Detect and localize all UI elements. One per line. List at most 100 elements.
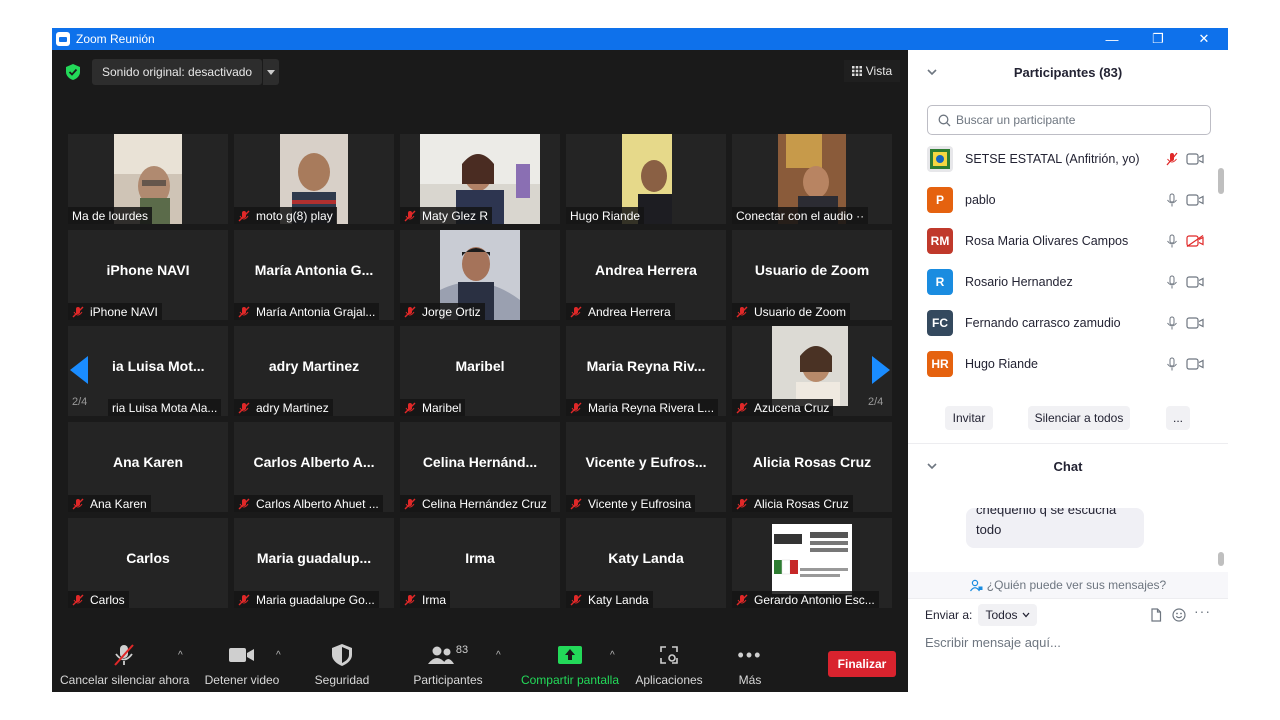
participant-name: Hugo Riande (570, 208, 641, 223)
video-tile[interactable]: Celina Hernánd... Celina Hernández Cruz (400, 422, 560, 512)
video-tile[interactable]: Maria Reyna Riv... Maria Reyna Rivera L.… (566, 326, 726, 416)
previous-page-arrow-icon[interactable] (70, 356, 88, 384)
video-tile[interactable]: adry Martinez adry Martinez (234, 326, 394, 416)
participant-row[interactable]: HR Hugo Riande (908, 343, 1218, 384)
participant-name-label: Maria guadalupe Go... (234, 591, 379, 608)
audio-options-caret-icon[interactable]: ^ (178, 650, 183, 661)
participants-button[interactable]: 83 Participantes (408, 642, 488, 687)
video-tile[interactable]: Katy Landa Katy Landa (566, 518, 726, 608)
video-options-caret-icon[interactable]: ^ (276, 650, 281, 661)
chat-more-icon[interactable]: ··· (1194, 603, 1211, 619)
participant-name: Andrea Herrera (588, 304, 671, 319)
participants-options-caret-icon[interactable]: ^ (496, 650, 501, 661)
next-page-arrow-icon[interactable] (872, 356, 890, 384)
share-screen-button[interactable]: Compartir pantalla (518, 642, 622, 687)
muted-mic-icon (238, 306, 250, 317)
unmute-button[interactable]: Cancelar silenciar ahora (60, 642, 189, 687)
video-tile[interactable]: Hugo Riande (566, 134, 726, 224)
participant-name-label: ria Luisa Mota Ala... (108, 399, 222, 416)
video-camera-icon (229, 648, 254, 662)
participant-name-label: iPhone NAVI (68, 303, 162, 320)
invite-button[interactable]: Invitar (945, 406, 993, 430)
video-tile[interactable]: Maty Glez R (400, 134, 560, 224)
original-sound-toggle[interactable]: Sonido original: desactivado (92, 59, 262, 85)
video-tile[interactable]: Jorge Ortiz (400, 230, 560, 320)
video-tile[interactable]: María Antonia G... María Antonia Grajal.… (234, 230, 394, 320)
video-tile[interactable]: moto g(8) play (234, 134, 394, 224)
camera-off-icon[interactable] (1186, 234, 1204, 247)
video-tile[interactable]: Carlos Carlos (68, 518, 228, 608)
collapse-chevron-icon[interactable] (926, 66, 938, 78)
video-tile[interactable]: Ma de lourdes (68, 134, 228, 224)
restore-button[interactable]: ❐ (1135, 28, 1181, 50)
participant-row[interactable]: R Rosario Hernandez (908, 261, 1218, 302)
video-tile[interactable]: Vicente y Eufros... Vicente y Eufrosina (566, 422, 726, 512)
view-button[interactable]: Vista (844, 60, 900, 82)
video-tile[interactable]: Carlos Alberto A... Carlos Alberto Ahuet… (234, 422, 394, 512)
close-button[interactable]: ✕ (1181, 28, 1227, 50)
participant-name-label: Alicia Rosas Cruz (732, 495, 853, 512)
muted-mic-icon[interactable] (1166, 152, 1178, 166)
participant-list: SETSE ESTATAL (Anfitrión, yo) P pablo RM… (908, 138, 1218, 392)
participant-name: Maria guadalupe Go... (256, 592, 375, 607)
send-to-dropdown[interactable]: Todos (978, 604, 1037, 626)
mute-all-button[interactable]: Silenciar a todos (1028, 406, 1130, 430)
video-tile[interactable]: Alicia Rosas Cruz Alicia Rosas Cruz (732, 422, 892, 512)
share-options-caret-icon[interactable]: ^ (610, 650, 615, 661)
camera-icon[interactable] (1186, 152, 1204, 165)
who-can-see-link[interactable]: ¿Quién puede ver sus mensajes? (908, 572, 1228, 598)
original-sound-dropdown[interactable] (262, 59, 279, 85)
minimize-button[interactable]: — (1089, 28, 1135, 50)
camera-icon[interactable] (1186, 193, 1204, 206)
microphone-icon[interactable] (1166, 234, 1178, 248)
participant-search-input[interactable]: Buscar un participante (927, 105, 1211, 135)
muted-mic-icon (72, 594, 84, 605)
chat-input[interactable]: Escribir mensaje aquí... (925, 635, 1061, 650)
participant-name: Gerardo Antonio Esc... (754, 592, 875, 607)
participant-name: Vicente y Eufrosina (588, 496, 692, 511)
microphone-icon[interactable] (1166, 193, 1178, 207)
encryption-shield-icon[interactable] (66, 64, 80, 80)
end-meeting-button[interactable]: Finalizar (828, 651, 896, 677)
muted-mic-icon (404, 306, 416, 317)
chat-message-bubble: chequenlo q se escucha todo (966, 508, 1144, 548)
emoji-icon[interactable] (1172, 608, 1186, 622)
camera-icon[interactable] (1186, 316, 1204, 329)
participant-display-name: María Antonia G... (254, 262, 374, 278)
camera-icon[interactable] (1186, 275, 1204, 288)
participant-row[interactable]: SETSE ESTATAL (Anfitrión, yo) (908, 138, 1218, 179)
participant-display-name: ia Luisa Mot... (112, 358, 205, 374)
more-button[interactable]: ••• Más (728, 642, 772, 688)
video-tile[interactable]: iPhone NAVI iPhone NAVI (68, 230, 228, 320)
chat-scrollbar[interactable] (1218, 552, 1224, 566)
video-tile[interactable]: Maribel Maribel (400, 326, 560, 416)
file-icon[interactable] (1149, 608, 1163, 622)
participant-row[interactable]: RM Rosa Maria Olivares Campos (908, 220, 1218, 261)
collapse-chevron-icon[interactable] (926, 460, 938, 472)
participant-name: moto g(8) play (256, 208, 333, 223)
participant-row[interactable]: FC Fernando carrasco zamudio (908, 302, 1218, 343)
window-title: Zoom Reunión (76, 32, 155, 46)
share-screen-icon (558, 646, 582, 664)
video-tile[interactable]: ia Luisa Mot... ria Luisa Mota Ala... (68, 326, 228, 416)
video-tile[interactable]: Conectar con el audio ·· (732, 134, 892, 224)
video-tile[interactable]: Usuario de Zoom Usuario de Zoom (732, 230, 892, 320)
participant-name: ria Luisa Mota Ala... (112, 400, 218, 415)
more-options-button[interactable]: ... (1166, 406, 1190, 430)
video-tile[interactable]: Andrea Herrera Andrea Herrera (566, 230, 726, 320)
microphone-icon[interactable] (1166, 275, 1178, 289)
stop-video-button[interactable]: Detener video (202, 642, 282, 687)
participant-display-name: Ana Karen (112, 454, 184, 470)
video-tile[interactable]: Gerardo Antonio Esc... (732, 518, 892, 608)
video-tile[interactable]: Irma Irma (400, 518, 560, 608)
camera-icon[interactable] (1186, 357, 1204, 370)
microphone-icon[interactable] (1166, 316, 1178, 330)
video-tile[interactable]: Ana Karen Ana Karen (68, 422, 228, 512)
participant-video (772, 326, 848, 406)
apps-button[interactable]: Aplicaciones (630, 642, 708, 687)
participant-list-scrollbar[interactable] (1218, 168, 1224, 194)
participant-row[interactable]: P pablo (908, 179, 1218, 220)
video-tile[interactable]: Maria guadalup... Maria guadalupe Go... (234, 518, 394, 608)
security-button[interactable]: Seguridad (308, 642, 376, 687)
microphone-icon[interactable] (1166, 357, 1178, 371)
